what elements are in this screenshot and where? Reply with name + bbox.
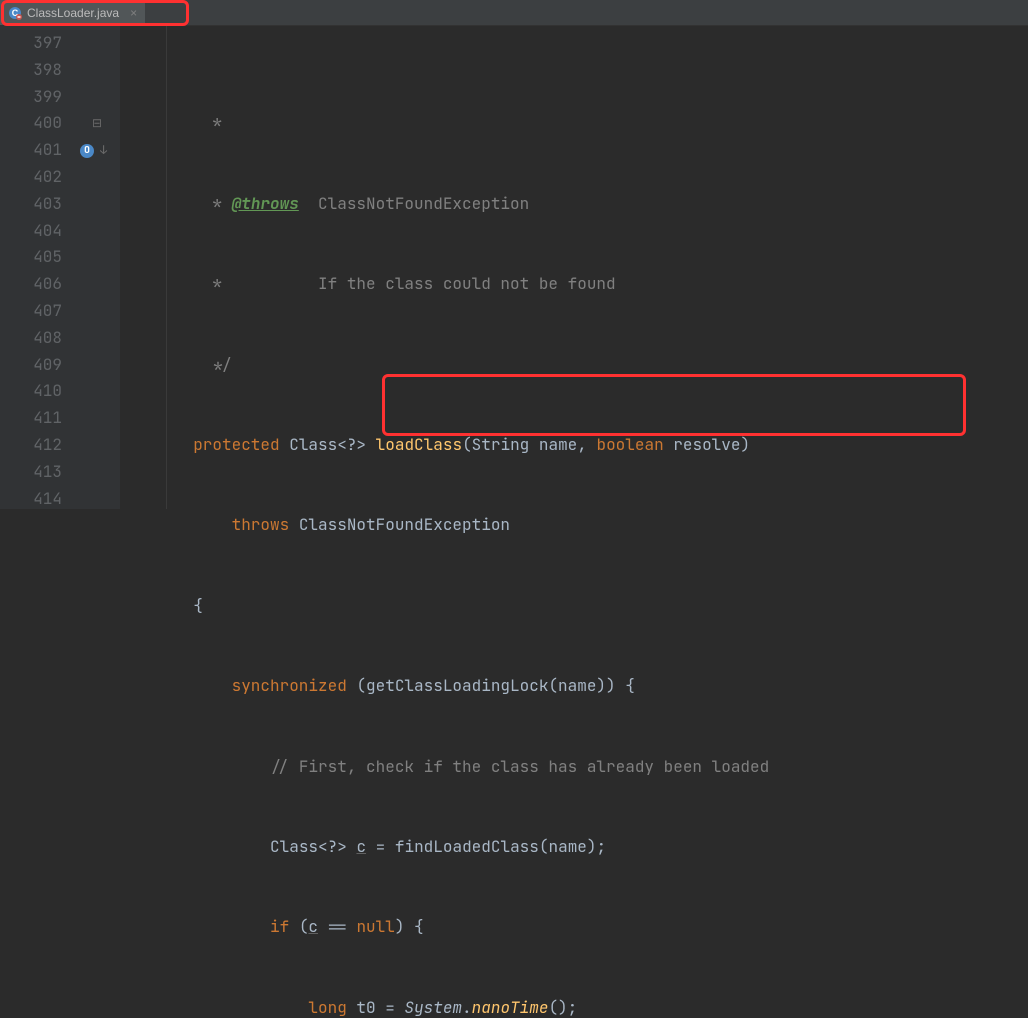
code-line: if (c == null) { (126, 914, 1028, 941)
line-number: 403 (8, 191, 62, 218)
code-line: * (126, 110, 1028, 137)
line-number: 400 (8, 110, 62, 137)
code-line: synchronized (getClassLoadingLock(name))… (126, 673, 1028, 700)
line-number: 411 (8, 405, 62, 432)
line-number: 398 (8, 57, 62, 84)
override-gutter-icon[interactable]: O (80, 144, 94, 158)
line-number: 407 (8, 298, 62, 325)
code-line: */ (126, 352, 1028, 379)
tab-filename: ClassLoader.java (27, 6, 119, 20)
line-number: 404 (8, 218, 62, 245)
line-number: 414 (8, 486, 62, 513)
line-number-gutter: 397 398 399 400 401 402 403 404 405 406 … (0, 26, 72, 509)
line-number: 399 (8, 84, 62, 111)
fold-handle-icon[interactable]: ⊟ (92, 110, 102, 137)
code-line: throws ClassNotFoundException (126, 512, 1028, 539)
tab-bar: C ClassLoader.java × (0, 0, 1028, 26)
code-line: { (126, 593, 1028, 620)
code-line: protected Class<?> loadClass(String name… (126, 432, 1028, 459)
line-number: 412 (8, 432, 62, 459)
line-number: 401 (8, 137, 62, 164)
line-number: 402 (8, 164, 62, 191)
editor[interactable]: 397 398 399 400 401 402 403 404 405 406 … (0, 26, 1028, 509)
code-line: * If the class could not be found (126, 271, 1028, 298)
line-number: 397 (8, 30, 62, 57)
code-line: // First, check if the class has already… (126, 754, 1028, 781)
close-icon[interactable]: × (130, 6, 137, 20)
line-number: 405 (8, 244, 62, 271)
line-number: 406 (8, 271, 62, 298)
chevron-down-icon: ↓ (100, 137, 107, 164)
gutter-icon-column: ⊟ O ↓ (72, 26, 120, 509)
code-line: * @throws ClassNotFoundException (126, 191, 1028, 218)
editor-tab[interactable]: C ClassLoader.java × (0, 0, 145, 25)
class-file-icon: C (8, 6, 22, 20)
line-number: 410 (8, 378, 62, 405)
code-area[interactable]: * * @throws ClassNotFoundException * If … (120, 26, 1028, 509)
line-number: 409 (8, 352, 62, 379)
line-number: 413 (8, 459, 62, 486)
line-number: 408 (8, 325, 62, 352)
code-line: Class<?> c = findLoadedClass(name); (126, 834, 1028, 861)
annotation-box-code (382, 374, 966, 436)
code-line: long t0 = System.nanoTime(); (126, 995, 1028, 1018)
